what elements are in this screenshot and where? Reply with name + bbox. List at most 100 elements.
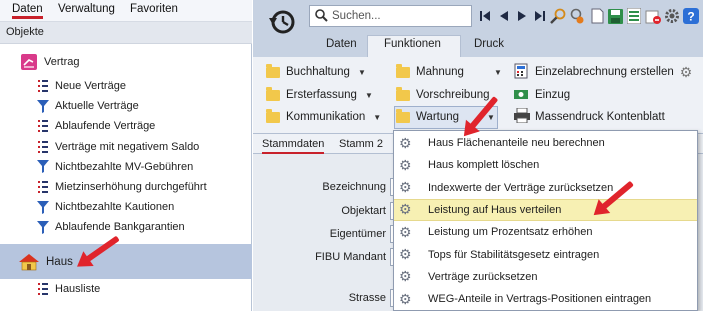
tree-item-label: Verträge mit negativem Saldo (55, 140, 200, 153)
list-icon (36, 140, 50, 154)
objects-header-label: Objekte (6, 26, 44, 38)
money-icon (514, 87, 530, 104)
svg-text:?: ? (687, 10, 694, 24)
tree-group-vertrag[interactable]: Vertrag (0, 51, 252, 73)
folder-icon (266, 86, 280, 101)
tree-item-label: Neue Verträge (55, 80, 126, 92)
tree-item-label: Nichtbezahlte Kautionen (55, 201, 175, 214)
menu-bar: Daten Verwaltung Favoriten (0, 0, 252, 22)
tree-item[interactable]: Verträge mit negativem Saldo (0, 137, 252, 157)
label-objektart: Objektart (341, 205, 386, 217)
einzelabrechnung-button[interactable]: Einzelabrechnung erstellen ⚙ (514, 62, 692, 82)
find-settings-icon[interactable] (569, 8, 585, 24)
tree-item[interactable]: Neue Verträge (0, 76, 252, 96)
mahnung-button[interactable]: Mahnung ▼ (396, 62, 502, 82)
tree-item[interactable]: Mietzinserhöhung durchgeführt (0, 177, 252, 197)
menu-item-label: Haus komplett löschen (428, 159, 540, 172)
massendruck-button[interactable]: Massendruck Kontenblatt (514, 107, 665, 127)
search-box[interactable]: Suchen... (309, 5, 472, 27)
buchhaltung-button[interactable]: Buchhaltung ▼ (266, 62, 366, 82)
first-record-icon[interactable] (477, 8, 493, 24)
new-document-icon[interactable] (589, 8, 605, 24)
menu-item-label: WEG-Anteile in Vertrags-Positionen eintr… (428, 293, 652, 306)
find-icon[interactable] (550, 8, 566, 24)
tab-druck[interactable]: Druck (474, 38, 504, 50)
list-icon (36, 180, 50, 194)
menu-verwaltung[interactable]: Verwaltung (58, 3, 115, 15)
tree-item[interactable]: Ablaufende Verträge (0, 116, 252, 136)
help-icon[interactable]: ? (683, 8, 699, 24)
filter-icon (36, 160, 50, 174)
menu-favoriten[interactable]: Favoriten (130, 3, 178, 15)
tree-item[interactable]: Aktuelle Verträge (0, 96, 252, 116)
search-input[interactable]: Suchen... (332, 10, 381, 22)
tree-item-label: Aktuelle Verträge (55, 100, 139, 113)
wartung-dropdown-menu: ⚙ Haus Flächenanteile neu berechnen ⚙ Haus … (393, 130, 698, 311)
wartung-menu-item[interactable]: ⚙ Leistung auf Haus verteilen (394, 198, 697, 221)
list-icon (36, 119, 50, 133)
tree-group-label: Haus (46, 255, 73, 268)
menu-item-label: Tops für Stabilitätsgesetz eintragen (428, 248, 600, 261)
tab-daten[interactable]: Daten (326, 38, 357, 50)
save-icon[interactable] (607, 8, 623, 24)
tree-item-hausliste[interactable]: Hausliste (0, 279, 252, 299)
tree-group-label: Vertrag (44, 56, 80, 68)
chevron-down-icon: ▼ (487, 112, 495, 122)
tree-group-haus[interactable]: Haus (0, 244, 252, 279)
objects-header: Objekte (0, 22, 252, 44)
last-record-icon[interactable] (532, 8, 548, 24)
chevron-down-icon: ▼ (373, 112, 382, 122)
label-bezeichnung: Bezeichnung (322, 181, 386, 193)
gear-icon: ⚙ (399, 223, 412, 240)
settings-gear-icon[interactable] (664, 8, 680, 24)
button-label: Ersterfassung (286, 89, 357, 101)
gear-icon: ⚙ (399, 246, 412, 262)
folder-icon (396, 86, 410, 101)
tree-item[interactable]: Nichtbezahlte MV-Gebühren (0, 157, 252, 177)
tree-item[interactable]: Ablaufende Bankgarantien (0, 217, 252, 237)
tree-item-label: Mietzinserhöhung durchgeführt (55, 181, 207, 193)
menu-daten[interactable]: Daten (12, 3, 43, 19)
wartung-menu-item[interactable]: ⚙ Leistung um Prozentsatz erhöhen (394, 221, 697, 243)
gear-icon: ⚙ (399, 201, 412, 218)
kommunikation-button[interactable]: Kommunikation ▼ (266, 107, 381, 127)
printer-icon (514, 107, 530, 126)
vorschreibung-button[interactable]: Vorschreibung (396, 85, 490, 105)
previous-record-icon[interactable] (496, 8, 512, 24)
wartung-menu-item[interactable]: ⚙ WEG-Anteile in Vertrags-Positionen eint… (394, 288, 697, 310)
tab-stammdaten[interactable]: Stammdaten (262, 138, 325, 155)
gear-icon: ⚙ (399, 179, 412, 196)
wartung-menu-item[interactable]: ⚙ Indexwerte der Verträge zurücksetzen (394, 177, 697, 199)
tab-stamm-2[interactable]: Stamm 2 (339, 138, 383, 150)
next-record-icon[interactable] (514, 8, 530, 24)
tree-item-label: Ablaufende Bankgarantien (55, 221, 185, 234)
menu-item-label: Verträge zurücksetzen (428, 270, 538, 283)
wartung-menu-item[interactable]: ⚙ Haus Flächenanteile neu berechnen (394, 132, 697, 154)
button-label: Kommunikation (286, 111, 366, 123)
tree-item[interactable]: Nichtbezahlte Kautionen (0, 197, 252, 217)
menu-item-label: Leistung auf Haus verteilen (428, 203, 562, 216)
filter-icon (36, 200, 50, 214)
label-eigentuemer: Eigentümer (329, 228, 386, 240)
folder-icon (396, 63, 410, 78)
gear-icon: ⚙ (399, 134, 412, 151)
delete-record-icon[interactable] (645, 8, 661, 24)
einzug-button[interactable]: Einzug (514, 85, 570, 105)
folder-icon (266, 63, 280, 78)
wartung-menu-item[interactable]: ⚙ Verträge zurücksetzen (394, 266, 697, 288)
menu-item-label: Indexwerte der Verträge zurücksetzen (428, 181, 614, 194)
contract-icon (20, 53, 38, 71)
search-icon (314, 8, 328, 25)
spreadsheet-icon[interactable] (626, 8, 642, 24)
button-label: Wartung (416, 111, 460, 123)
list-icon (36, 79, 50, 93)
wartung-menu-item[interactable]: ⚙ Tops für Stabilitätsgesetz eintragen (394, 244, 697, 266)
tab-funktionen[interactable]: Funktionen (384, 38, 441, 50)
house-icon (18, 253, 40, 271)
wartung-menu-item[interactable]: ⚙ Haus komplett löschen (394, 154, 697, 176)
list-icon (36, 282, 50, 296)
ersterfassung-button[interactable]: Ersterfassung ▼ (266, 85, 373, 105)
chevron-down-icon: ▼ (357, 67, 366, 77)
button-label: Einzelabrechnung erstellen (535, 66, 674, 78)
chevron-down-icon: ▼ (364, 90, 373, 100)
